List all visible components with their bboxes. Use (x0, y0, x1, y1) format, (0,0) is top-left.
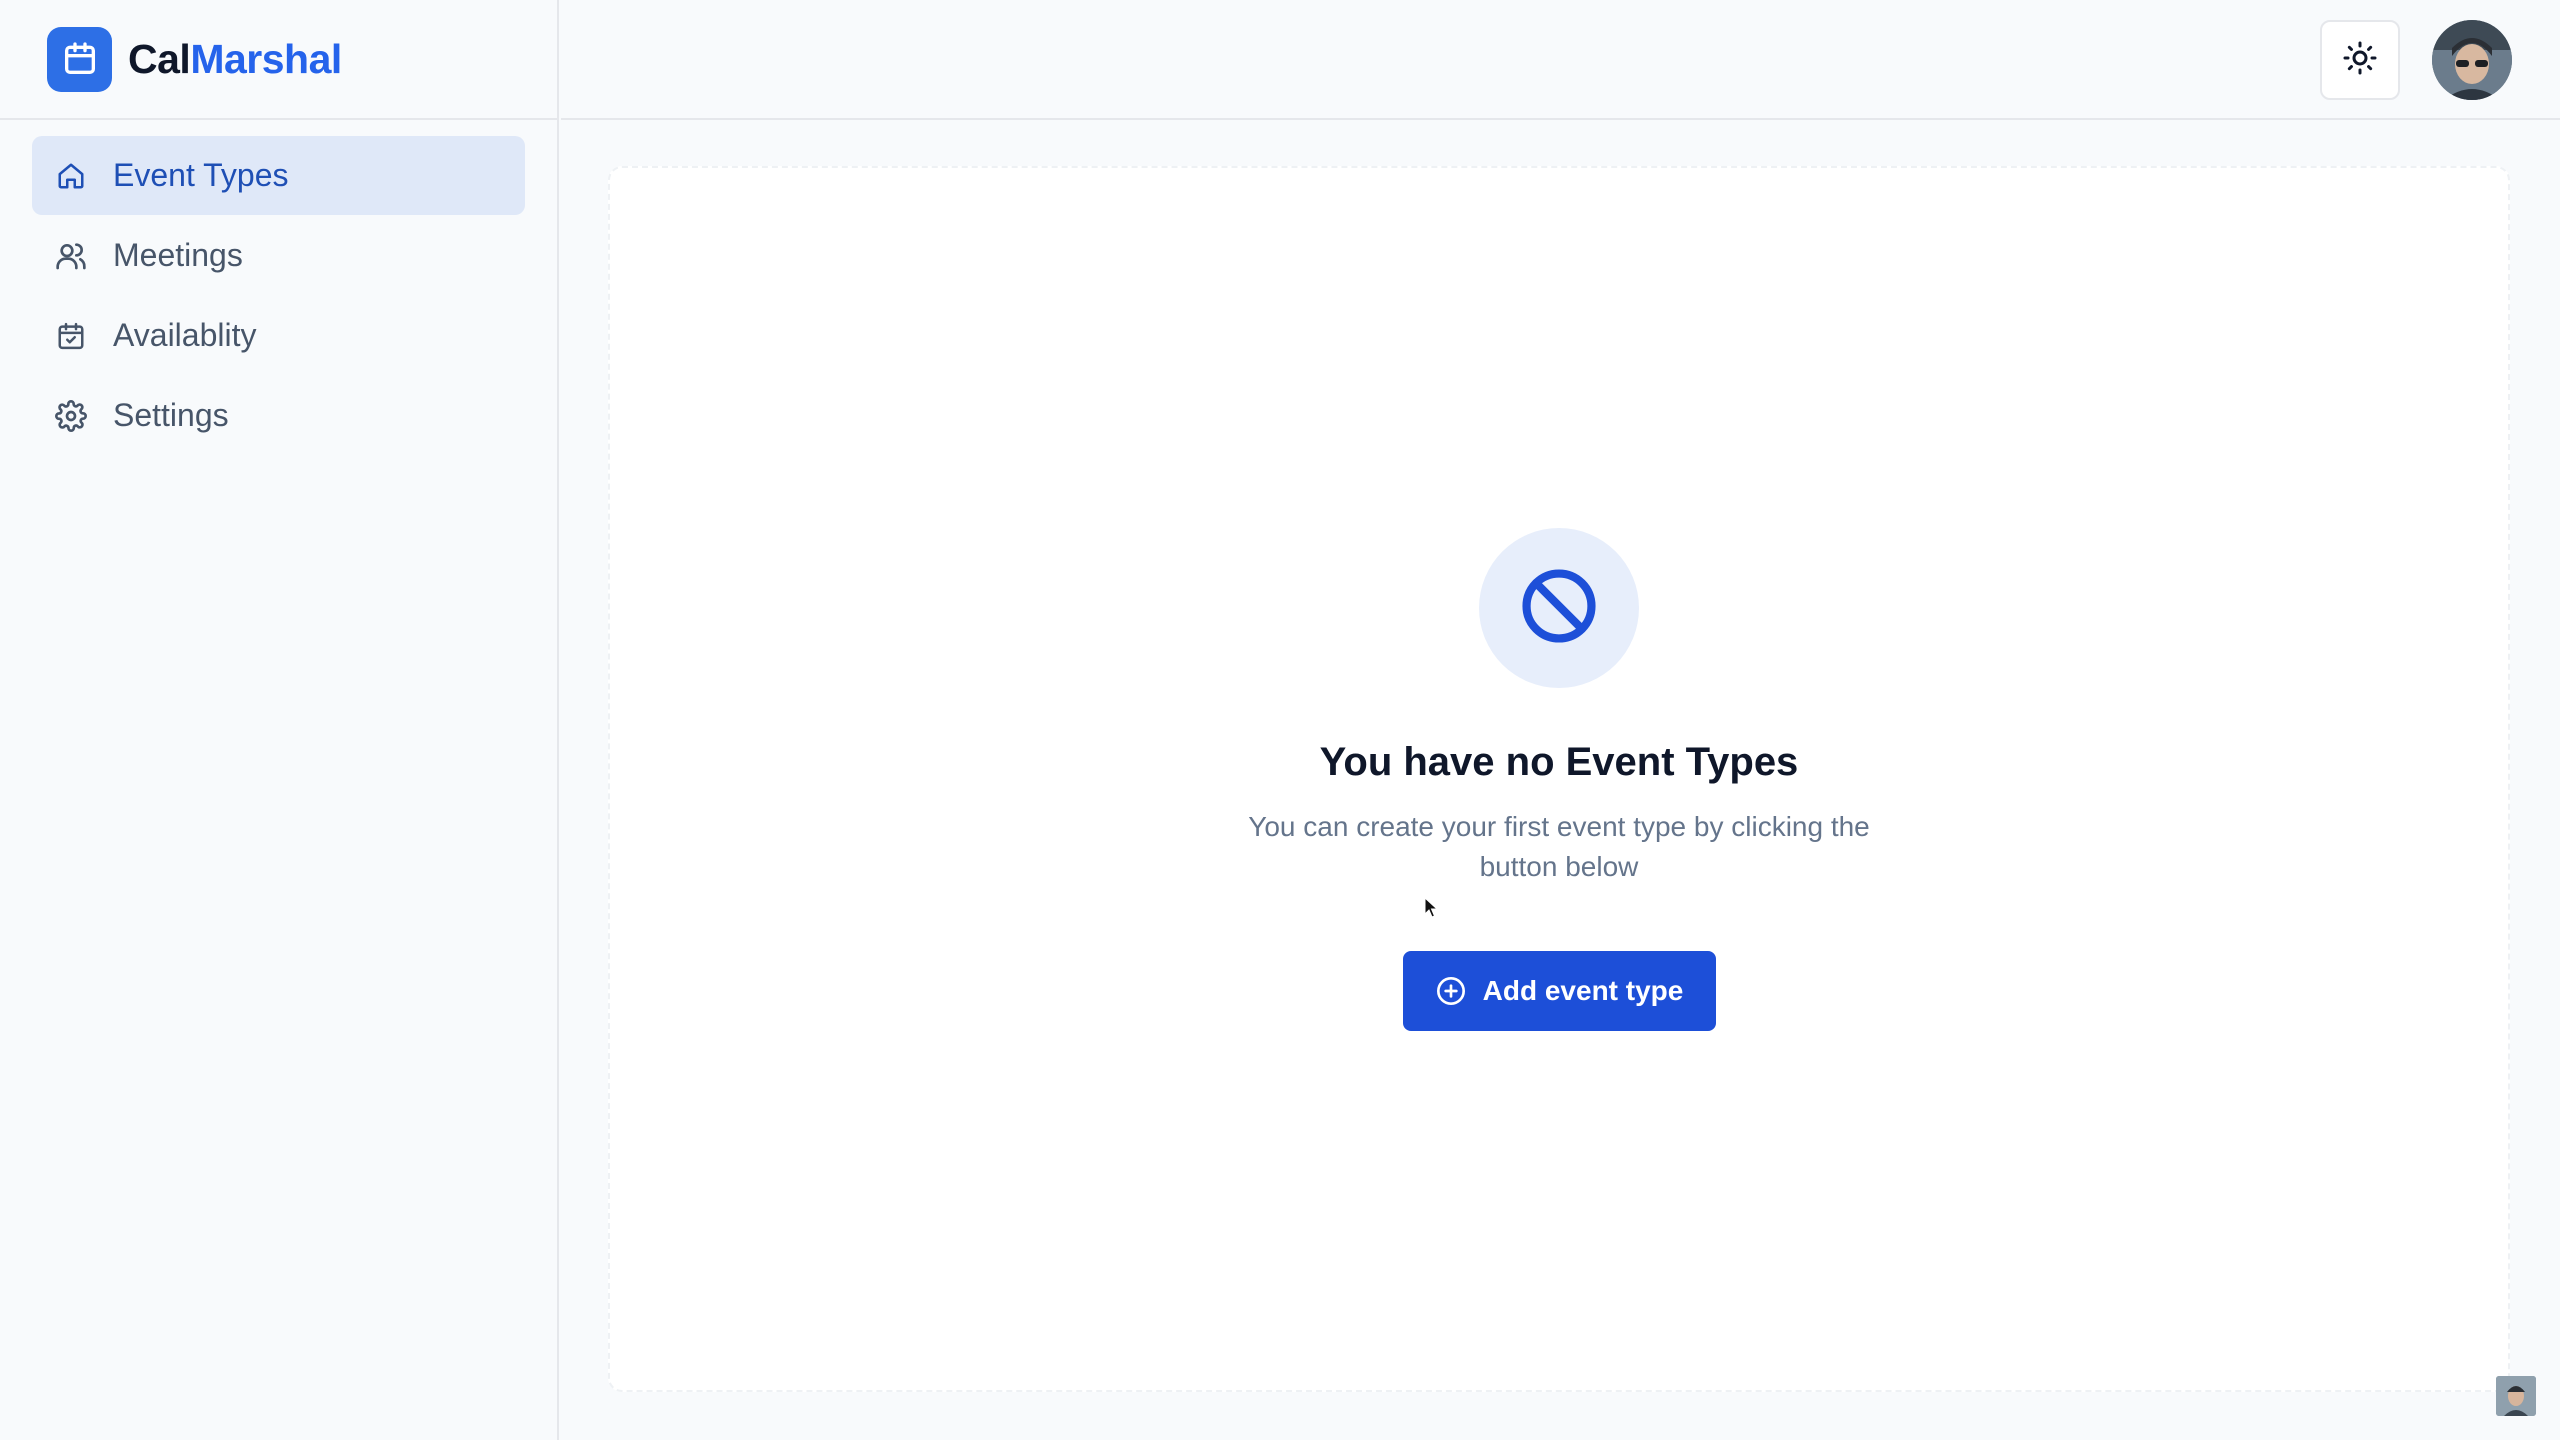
mouse-cursor-icon (1424, 896, 1440, 924)
main-panel: You have no Event Types You can create y… (608, 166, 2510, 1392)
sidebar-item-availability[interactable]: Availablity (32, 296, 525, 375)
ban-icon (1518, 565, 1600, 652)
theme-toggle-button[interactable] (2320, 20, 2400, 100)
brand-name-part2: Marshal (190, 35, 342, 82)
top-bar (561, 0, 2560, 120)
video-overlay-thumbnail (2496, 1376, 2536, 1416)
sidebar-item-settings[interactable]: Settings (32, 376, 525, 455)
sun-icon (2342, 40, 2378, 81)
brand-name-part1: Cal (128, 35, 191, 82)
sidebar-item-label: Event Types (113, 157, 289, 193)
sidebar-item-label: Settings (113, 397, 229, 433)
sidebar: CalMarshal Event Types Meetings Availabl… (0, 0, 559, 1440)
calendar-logo-icon (47, 26, 112, 92)
gear-icon (54, 399, 88, 433)
avatar[interactable] (2432, 20, 2512, 100)
user-avatar-icon (2432, 20, 2512, 100)
plus-circle-icon (1435, 975, 1467, 1007)
add-event-type-button[interactable]: Add event type (1402, 951, 1716, 1031)
sidebar-nav: Event Types Meetings Availablity Setting… (0, 120, 557, 455)
calendar-check-icon (54, 319, 88, 353)
add-event-type-label: Add event type (1482, 975, 1684, 1006)
brand-name: CalMarshal (128, 36, 342, 83)
brand[interactable]: CalMarshal (0, 0, 557, 120)
sidebar-item-label: Meetings (113, 237, 243, 273)
sidebar-item-meetings[interactable]: Meetings (32, 216, 525, 295)
sidebar-item-event-types[interactable]: Event Types (32, 136, 525, 215)
app-root: CalMarshal Event Types Meetings Availabl… (0, 0, 2560, 1440)
empty-state-description: You can create your first event type by … (1248, 811, 1870, 882)
empty-state-title: You have no Event Types (1319, 740, 1799, 784)
empty-state-icon-wrap (1479, 528, 1639, 688)
sidebar-item-label: Availablity (113, 317, 257, 353)
home-icon (54, 159, 88, 193)
users-icon (54, 239, 88, 273)
empty-state: You have no Event Types You can create y… (610, 528, 2508, 1031)
